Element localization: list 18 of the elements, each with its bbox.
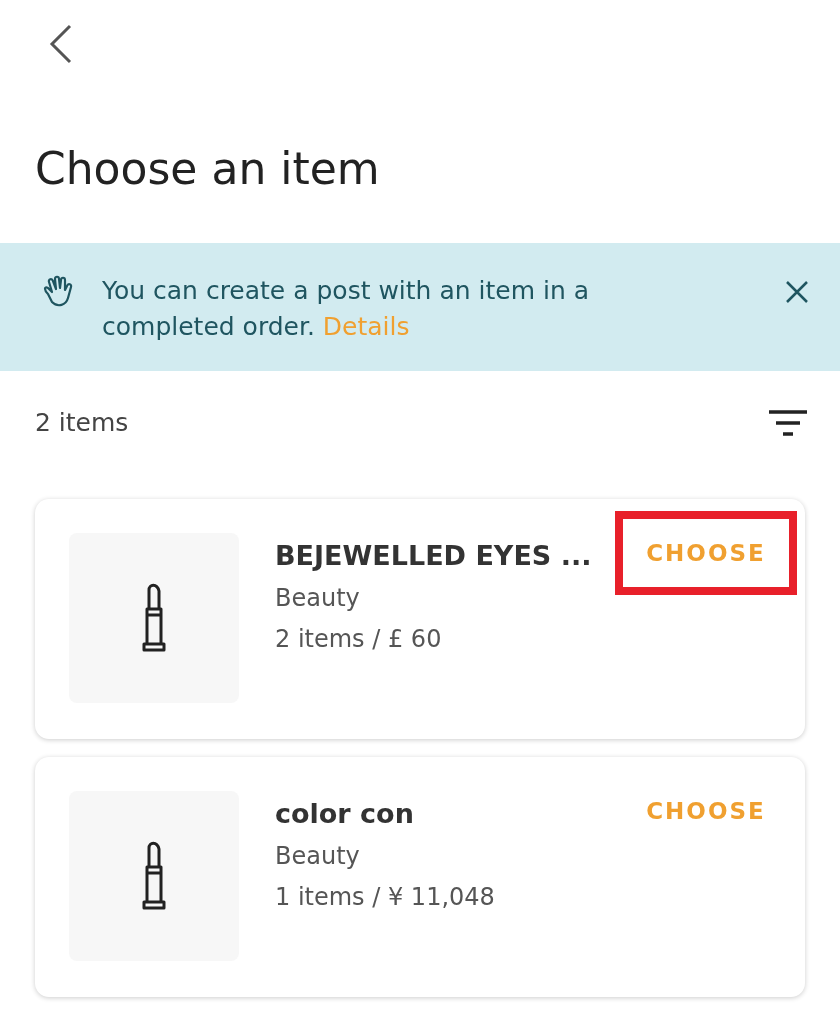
item-card[interactable]: BEJEWELLED EYES ... Beauty 2 items / £ 60 CHOOSE — [35, 499, 805, 739]
product-name: BEJEWELLED EYES ... — [275, 539, 593, 573]
choose-button[interactable]: CHOOSE — [615, 769, 797, 853]
product-category: Beauty — [275, 583, 361, 614]
item-card[interactable]: color con Beauty 1 items / ¥ 11,048 CHOOSE — [35, 757, 805, 997]
filter-icon[interactable] — [768, 409, 808, 437]
product-name: color con — [275, 797, 415, 831]
details-link[interactable]: Details — [322, 312, 410, 341]
page-title: Choose an item — [35, 142, 380, 196]
choose-button[interactable]: CHOOSE — [615, 511, 797, 595]
banner-message: You can create a post with an item in a completed order. Details — [102, 275, 590, 343]
order-summary: 2 items / £ 60 — [275, 624, 443, 655]
order-summary: 1 items / ¥ 11,048 — [275, 882, 496, 913]
product-category: Beauty — [275, 841, 361, 872]
item-count: 2 items — [35, 407, 129, 440]
lipstick-icon — [140, 583, 168, 653]
lipstick-icon — [140, 841, 168, 911]
close-icon[interactable] — [784, 279, 810, 305]
